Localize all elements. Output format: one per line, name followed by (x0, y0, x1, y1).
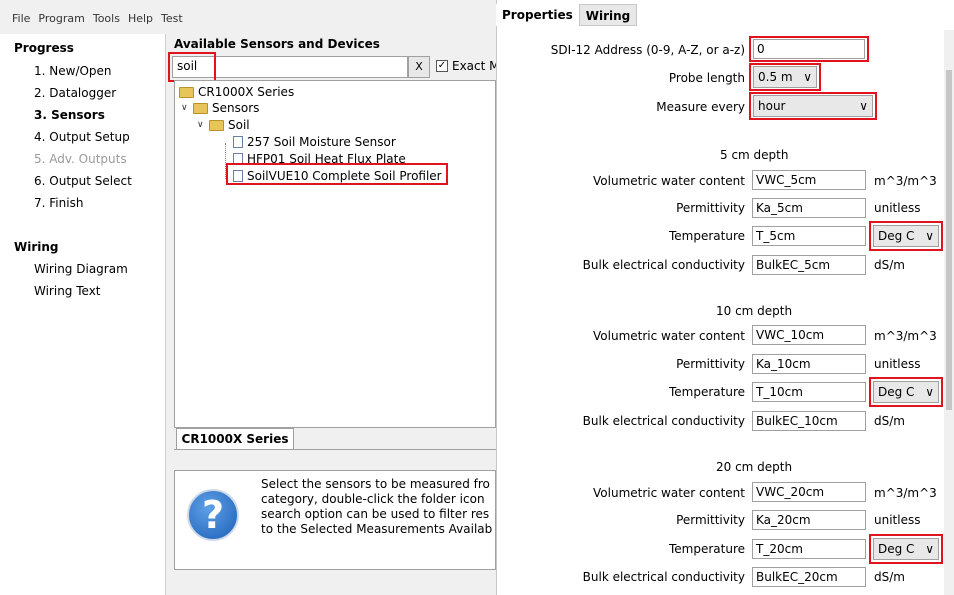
tree-node-sensors[interactable]: ∨ Sensors (181, 101, 259, 115)
temp-5cm-input[interactable]: T_5cm (752, 226, 866, 246)
progress-sidebar: Progress 1. New/Open 2. Datalogger 3. Se… (0, 34, 166, 595)
nav-item-output-setup[interactable]: 4. Output Setup (34, 130, 130, 144)
nav-item-sensors[interactable]: 3. Sensors (34, 108, 105, 122)
nav-item-new-open[interactable]: 1. New/Open (34, 64, 112, 78)
chevron-down-icon[interactable]: ∨ (197, 120, 205, 130)
probe-length-label: Probe length (668, 71, 745, 85)
tree-root-label: CR1000X Series (198, 85, 295, 99)
permittivity-label: Permittivity (676, 513, 745, 527)
depth-5cm-title: 5 cm depth (720, 148, 789, 162)
sdi12-address-label: SDI-12 Address (0-9, A-Z, or a-z) (550, 43, 745, 57)
perm-5cm-input[interactable]: Ka_5cm (752, 198, 866, 218)
vwc-20cm-input[interactable]: VWC_20cm (752, 482, 866, 502)
properties-scrollbar[interactable] (944, 30, 954, 595)
measure-every-label: Measure every (656, 100, 745, 114)
menu-file[interactable]: File (12, 8, 30, 30)
nav-item-datalogger[interactable]: 2. Datalogger (34, 86, 116, 100)
permittivity-label: Permittivity (676, 357, 745, 371)
temp-10cm-input[interactable]: T_10cm (752, 382, 866, 402)
perm-unit: unitless (874, 513, 921, 527)
question-icon: ? (187, 489, 239, 541)
perm-unit: unitless (874, 357, 921, 371)
probe-length-highlight (749, 63, 821, 91)
vwc-10cm-input[interactable]: VWC_10cm (752, 325, 866, 345)
bulk-5cm-input[interactable]: BulkEC_5cm (752, 255, 866, 275)
document-icon (233, 136, 243, 148)
menu-help[interactable]: Help (128, 8, 153, 30)
bulk-unit: dS/m (874, 414, 905, 428)
temp-20cm-input[interactable]: T_20cm (752, 539, 866, 559)
temperature-label: Temperature (668, 229, 745, 243)
tab-wiring[interactable]: Wiring (578, 4, 638, 26)
properties-tabs: Properties Wiring (496, 4, 638, 26)
checkbox-checked-icon: ✓ (436, 60, 448, 72)
sensors-title: Available Sensors and Devices (174, 37, 380, 51)
wiring-heading: Wiring (14, 240, 59, 254)
tree-soil-label: Soil (228, 118, 250, 132)
nav-item-finish[interactable]: 7. Finish (34, 196, 83, 210)
nav-item-output-select[interactable]: 6. Output Select (34, 174, 132, 188)
menu-tools[interactable]: Tools (93, 8, 120, 30)
folder-open-icon (209, 119, 224, 131)
nav-item-wiring-diagram[interactable]: Wiring Diagram (34, 262, 128, 276)
scrollbar-thumb[interactable] (946, 70, 952, 410)
bulk-20cm-input[interactable]: BulkEC_20cm (752, 567, 866, 587)
help-text: Select the sensors to be measured fro ca… (261, 477, 493, 536)
temperature-label: Temperature (668, 542, 745, 556)
progress-heading: Progress (14, 41, 74, 55)
folder-open-icon (179, 86, 194, 98)
bulk-10cm-input[interactable]: BulkEC_10cm (752, 411, 866, 431)
bulk-unit: dS/m (874, 258, 905, 272)
tab-divider (174, 449, 496, 450)
clear-search-button[interactable]: X (408, 56, 430, 78)
temp-5cm-highlight (869, 221, 943, 251)
vwc-unit: m^3/m^3 (874, 329, 937, 343)
depth-10cm-title: 10 cm depth (716, 304, 793, 318)
tree-item-257[interactable]: 257 Soil Moisture Sensor (233, 135, 396, 149)
depth-20cm-title: 20 cm depth (716, 460, 793, 474)
temp-10cm-highlight (869, 377, 943, 407)
nav-item-wiring-text[interactable]: Wiring Text (34, 284, 101, 298)
bulk-ec-label: Bulk electrical conductivity (582, 258, 745, 272)
vwc-5cm-input[interactable]: VWC_5cm (752, 170, 866, 190)
menu-program[interactable]: Program (38, 8, 84, 30)
tree-node-root[interactable]: CR1000X Series (179, 85, 294, 99)
folder-open-icon (193, 102, 208, 114)
tab-properties[interactable]: Properties (496, 4, 579, 26)
exact-match-label: Exact M (452, 59, 500, 73)
chevron-down-icon[interactable]: ∨ (181, 103, 189, 113)
menu-bar: File Program Tools Help Test (0, 8, 191, 30)
perm-20cm-input[interactable]: Ka_20cm (752, 510, 866, 530)
tree-sensors-label: Sensors (212, 101, 260, 115)
vwc-label: Volumetric water content (593, 486, 745, 500)
sensor-tree[interactable]: CR1000X Series ∨ Sensors ∨ Soil 257 Soil… (174, 80, 496, 428)
temp-20cm-highlight (869, 534, 943, 564)
bulk-ec-label: Bulk electrical conductivity (582, 570, 745, 584)
soilvue-highlight (226, 163, 448, 185)
help-box: ? Select the sensors to be measured fro … (174, 470, 496, 570)
bulk-unit: dS/m (874, 570, 905, 584)
tab-cr1000x-series[interactable]: CR1000X Series (176, 428, 294, 450)
vwc-unit: m^3/m^3 (874, 174, 937, 188)
address-highlight (749, 36, 869, 62)
tree-node-soil[interactable]: ∨ Soil (197, 118, 250, 132)
exact-match-checkbox[interactable]: ✓ Exact M (436, 59, 500, 73)
vwc-label: Volumetric water content (593, 329, 745, 343)
vwc-unit: m^3/m^3 (874, 486, 937, 500)
nav-item-adv-outputs: 5. Adv. Outputs (34, 152, 127, 166)
menu-test[interactable]: Test (161, 8, 183, 30)
temperature-label: Temperature (668, 385, 745, 399)
tree-item-label: 257 Soil Moisture Sensor (247, 135, 396, 149)
properties-panel (496, 0, 954, 595)
perm-10cm-input[interactable]: Ka_10cm (752, 354, 866, 374)
bulk-ec-label: Bulk electrical conductivity (582, 414, 745, 428)
measure-every-highlight (749, 92, 877, 120)
permittivity-label: Permittivity (676, 201, 745, 215)
vwc-label: Volumetric water content (593, 174, 745, 188)
search-highlight (168, 52, 216, 82)
perm-unit: unitless (874, 201, 921, 215)
